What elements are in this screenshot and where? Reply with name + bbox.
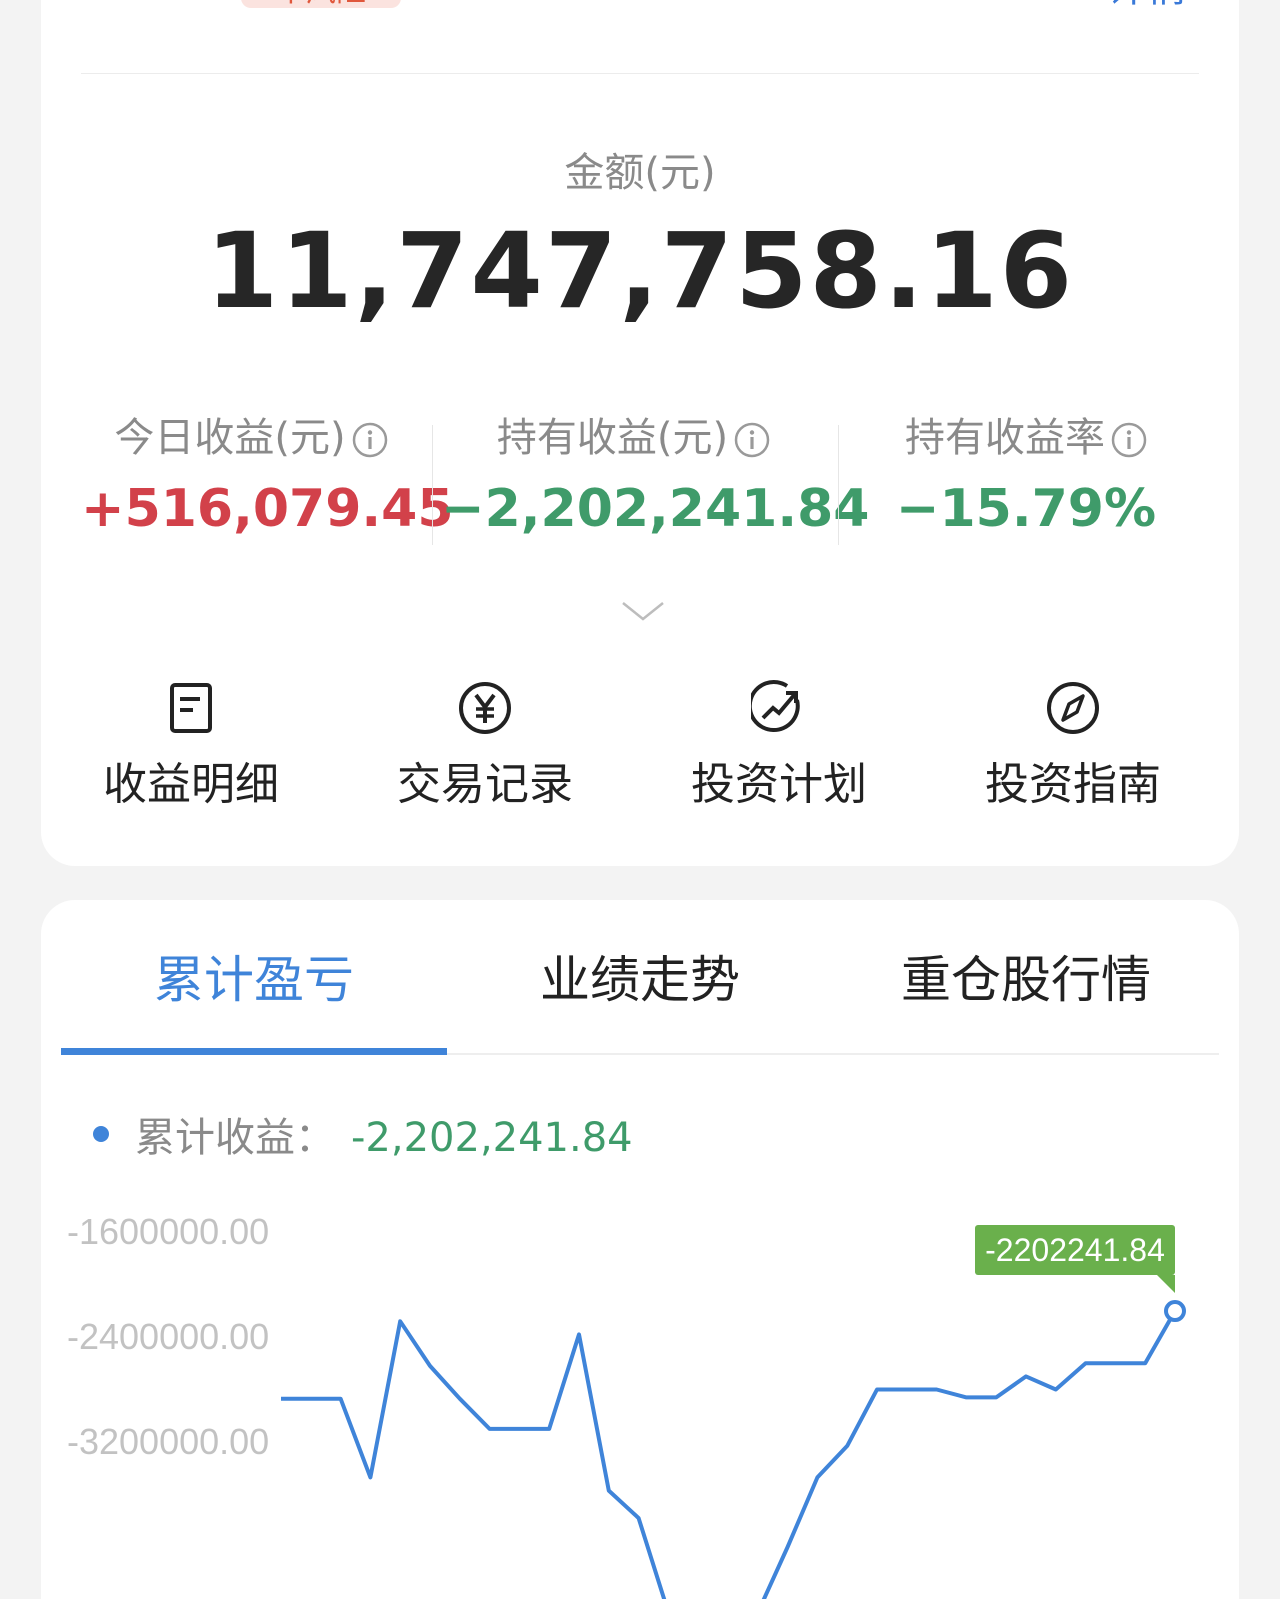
quick-action-label: 收益明细 <box>103 759 279 810</box>
risk-badge: 中风险 <box>241 0 401 8</box>
screen: 中风险 详情 金额(元) 11,747,758.16 今日收益(元) +516,… <box>0 0 1280 1599</box>
stat-holding-rate: 持有收益率 −15.79% <box>856 405 1196 539</box>
chevron-down-icon[interactable] <box>621 600 665 622</box>
stat-value: −2,202,241.84 <box>441 479 870 539</box>
quick-action-investment-guide[interactable]: 投资指南 <box>923 680 1223 812</box>
cumulative-pnl-chart[interactable]: -1600000.00 -2400000.00 -3200000.00 -220224… <box>41 900 1239 1599</box>
stat-holding-income: 持有收益(元) −2,202,241.84 <box>441 405 870 539</box>
stat-label: 持有收益(元) <box>496 415 729 461</box>
stat-value: +516,079.45 <box>81 479 454 539</box>
compass-icon <box>1047 682 1099 734</box>
y-tick-label: -2400000.00 <box>67 1316 269 1357</box>
stat-label: 持有收益率 <box>905 415 1105 461</box>
fund-summary-card: 中风险 详情 金额(元) 11,747,758.16 今日收益(元) +516,… <box>41 0 1239 866</box>
tooltip-value: -2202241.84 <box>985 1232 1165 1268</box>
details-link[interactable]: 详情 <box>1107 0 1187 8</box>
stat-label: 今日收益(元) <box>114 415 346 461</box>
trend-up-icon <box>751 680 800 733</box>
y-tick-label: -3200000.00 <box>67 1421 269 1462</box>
quick-action-investment-plan[interactable]: 投资计划 <box>629 680 929 812</box>
amount-value: 11,747,758.16 <box>205 210 1075 332</box>
quick-actions: 收益明细 交易记录 投资计划 投资指南 <box>41 680 1239 820</box>
info-icon[interactable] <box>734 422 770 458</box>
value-tooltip: -2202241.84 <box>975 1225 1175 1294</box>
stat-divider <box>432 425 433 545</box>
series-line <box>281 1310 1177 1599</box>
stat-divider <box>838 425 839 545</box>
stat-today-income: 今日收益(元) +516,079.45 <box>81 405 454 539</box>
quick-action-income-detail[interactable]: 收益明细 <box>41 680 341 812</box>
last-point-marker[interactable] <box>1164 1300 1186 1323</box>
yen-circle-icon <box>459 682 511 734</box>
stat-value: −15.79% <box>895 479 1157 539</box>
quick-action-label: 投资指南 <box>985 759 1161 810</box>
document-icon <box>170 683 212 733</box>
divider <box>81 73 1199 74</box>
info-icon[interactable] <box>352 422 388 458</box>
amount-label: 金额(元) <box>564 150 716 196</box>
quick-action-label: 交易记录 <box>397 759 573 810</box>
info-icon[interactable] <box>1111 422 1147 458</box>
quick-action-transactions[interactable]: 交易记录 <box>335 680 635 812</box>
quick-action-label: 投资计划 <box>691 759 867 810</box>
y-tick-label: -1600000.00 <box>67 1211 269 1252</box>
stats-row: 今日收益(元) +516,079.45 持有收益(元) −2,202,241.8… <box>41 405 1239 545</box>
performance-card: 累计盈亏 业绩走势 重仓股行情 累计收益： -2,202,241.84 -1600… <box>41 900 1239 1599</box>
